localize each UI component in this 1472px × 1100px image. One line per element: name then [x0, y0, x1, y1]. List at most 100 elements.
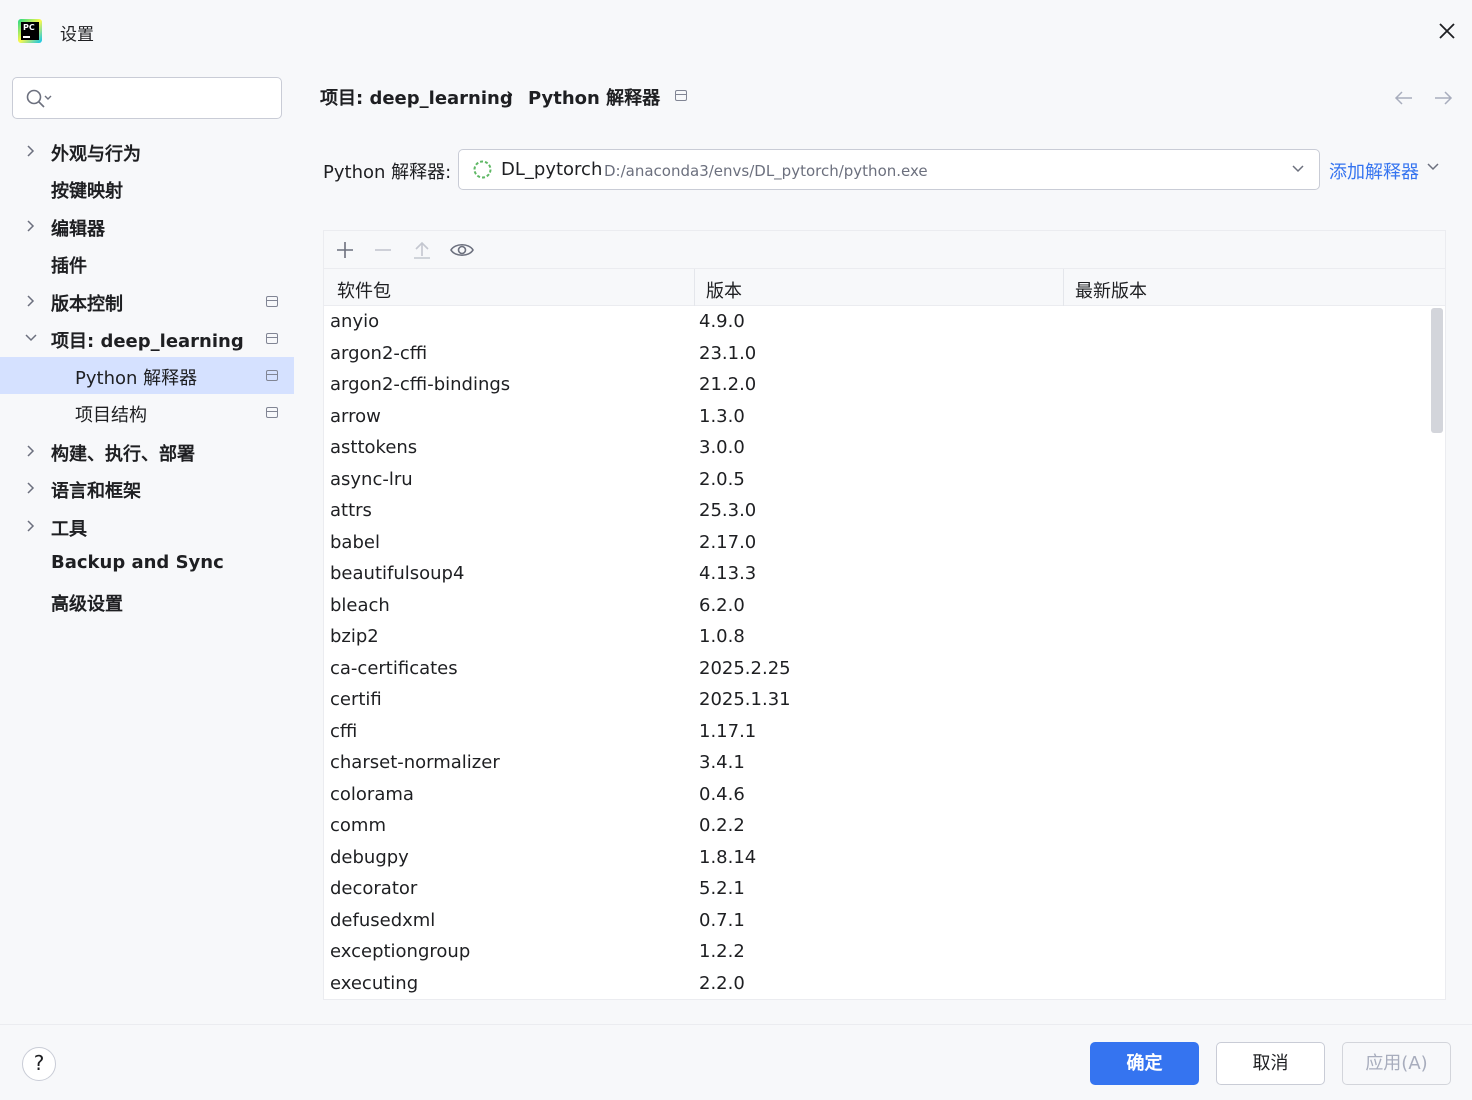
chevron-right-icon[interactable] — [24, 219, 38, 233]
sidebar-item-label: 项目: deep_learning — [51, 331, 244, 352]
sidebar-item[interactable]: 语言和框架 — [0, 470, 294, 507]
chevron-right-icon[interactable] — [24, 444, 38, 458]
sidebar-item[interactable]: 项目: deep_learning — [0, 320, 294, 357]
chevron-down-icon[interactable] — [1426, 162, 1440, 172]
sidebar-item-label: 构建、执行、部署 — [51, 444, 195, 465]
sidebar-item-label: 工具 — [51, 519, 87, 540]
title-bar: PC 设置 — [0, 0, 1472, 60]
package-version-cell: 0.7.1 — [699, 909, 745, 931]
table-row[interactable]: argon2-cffi-bindings 21.2.0 — [324, 369, 1429, 401]
sidebar-item[interactable]: 按键映射 — [0, 170, 294, 207]
column-header-latest-version[interactable]: 最新版本 — [1075, 277, 1147, 303]
table-row[interactable]: cffi 1.17.1 — [324, 716, 1429, 748]
vertical-scrollbar[interactable] — [1430, 306, 1444, 999]
close-button[interactable] — [1432, 16, 1462, 46]
search-icon — [26, 89, 52, 108]
chevron-right-icon[interactable] — [24, 144, 38, 158]
table-row[interactable]: beautifulsoup4 4.13.3 — [324, 558, 1429, 590]
sidebar-item-label: 高级设置 — [51, 594, 123, 615]
table-row[interactable]: certifi 2025.1.31 — [324, 684, 1429, 716]
table-row[interactable]: exceptiongroup 1.2.2 — [324, 936, 1429, 968]
sidebar-item[interactable]: 插件 — [0, 245, 294, 282]
package-version-cell: 23.1.0 — [699, 342, 757, 364]
package-version-cell: 1.0.8 — [699, 626, 745, 647]
scrollbar-thumb[interactable] — [1431, 308, 1443, 433]
package-version-cell: 4.9.0 — [699, 311, 745, 332]
table-row[interactable]: debugpy 1.8.14 — [324, 842, 1429, 874]
interpreter-name: DL_pytorch — [501, 159, 603, 180]
package-version-cell: 25.3.0 — [699, 500, 757, 521]
package-version-cell: 2025.1.31 — [699, 689, 791, 710]
package-name-cell: arrow — [330, 405, 381, 427]
add-interpreter-link[interactable]: 添加解释器 — [1329, 158, 1419, 184]
table-row[interactable]: executing 2.2.0 — [324, 968, 1429, 1000]
table-row[interactable]: decorator 5.2.1 — [324, 873, 1429, 905]
interpreter-label: Python 解释器: — [323, 162, 452, 183]
package-version-cell: 5.2.1 — [699, 878, 745, 899]
package-name-cell: executing — [330, 972, 419, 994]
project-scope-icon — [266, 333, 278, 344]
package-name-cell: beautifulsoup4 — [330, 563, 465, 584]
package-version-cell: 1.2.2 — [699, 941, 745, 962]
project-scope-icon — [266, 296, 278, 307]
forward-button[interactable] — [1432, 88, 1454, 108]
loading-spinner-icon — [473, 160, 492, 179]
table-row[interactable]: ca-certificates 2025.2.25 — [324, 653, 1429, 685]
package-name-cell: ca-certificates — [330, 657, 458, 679]
package-version-cell: 2.17.0 — [699, 531, 757, 553]
chevron-down-icon[interactable] — [24, 331, 38, 345]
package-version-cell: 2.2.0 — [699, 972, 745, 994]
sidebar-item[interactable]: Backup and Sync — [0, 545, 294, 582]
sidebar-item[interactable]: 构建、执行、部署 — [0, 433, 294, 470]
sidebar-item-label: Python 解释器 — [75, 368, 198, 389]
table-row[interactable]: async-lru 2.0.5 — [324, 464, 1429, 496]
table-row[interactable]: colorama 0.4.6 — [324, 779, 1429, 811]
help-button[interactable]: ? — [22, 1047, 56, 1081]
settings-search-input[interactable] — [12, 77, 282, 119]
sidebar-item[interactable]: 编辑器 — [0, 208, 294, 245]
pycharm-logo-icon: PC — [18, 19, 42, 43]
table-row[interactable]: bzip2 1.0.8 — [324, 621, 1429, 653]
apply-button[interactable]: 应用(A) — [1342, 1042, 1451, 1085]
remove-icon[interactable] — [372, 239, 394, 261]
table-row[interactable]: defusedxml 0.7.1 — [324, 905, 1429, 937]
chevron-right-icon[interactable] — [24, 519, 38, 533]
sidebar-item[interactable]: 工具 — [0, 508, 294, 545]
table-row[interactable]: babel 2.17.0 — [324, 527, 1429, 559]
ok-button[interactable]: 确定 — [1090, 1042, 1199, 1085]
packages-panel: 软件包 版本 最新版本 anyio 4.9.0 argon2-cffi 23.1.0 a… — [323, 230, 1446, 1000]
back-button[interactable] — [1393, 88, 1415, 108]
sidebar-item[interactable]: 版本控制 — [0, 283, 294, 320]
sidebar-item[interactable]: Python 解释器 — [0, 357, 294, 394]
table-row[interactable]: asttokens 3.0.0 — [324, 432, 1429, 464]
sidebar-item-label: 外观与行为 — [51, 144, 141, 165]
sidebar-item[interactable]: 高级设置 — [0, 583, 294, 620]
column-header-version[interactable]: 版本 — [706, 277, 742, 303]
table-row[interactable]: attrs 25.3.0 — [324, 495, 1429, 527]
upgrade-icon[interactable] — [411, 239, 433, 261]
column-divider[interactable] — [694, 269, 695, 306]
add-icon[interactable] — [334, 239, 356, 261]
table-row[interactable]: charset-normalizer 3.4.1 — [324, 747, 1429, 779]
chevron-right-icon[interactable] — [24, 481, 38, 495]
chevron-right-icon[interactable] — [24, 294, 38, 308]
breadcrumb-project[interactable]: 项目: deep_learning — [320, 84, 513, 110]
table-row[interactable]: comm 0.2.2 — [324, 810, 1429, 842]
package-name-cell: defusedxml — [330, 909, 436, 931]
column-header-package[interactable]: 软件包 — [337, 277, 391, 303]
packages-table-header: 软件包 版本 最新版本 — [324, 269, 1445, 306]
cancel-button[interactable]: 取消 — [1216, 1042, 1325, 1085]
interpreter-select[interactable]: DL_pytorch D:/anaconda3/envs/DL_pytorch/… — [458, 149, 1320, 190]
column-divider[interactable] — [1063, 269, 1064, 306]
table-row[interactable]: argon2-cffi 23.1.0 — [324, 338, 1429, 370]
project-scope-icon — [266, 370, 278, 381]
close-icon — [1439, 23, 1455, 39]
package-name-cell: decorator — [330, 878, 418, 899]
show-early-releases-icon[interactable] — [449, 239, 475, 261]
sidebar-item[interactable]: 外观与行为 — [0, 133, 294, 170]
table-row[interactable]: arrow 1.3.0 — [324, 401, 1429, 433]
package-version-cell: 2.0.5 — [699, 468, 745, 490]
table-row[interactable]: anyio 4.9.0 — [324, 306, 1429, 338]
table-row[interactable]: bleach 6.2.0 — [324, 590, 1429, 622]
sidebar-item[interactable]: 项目结构 — [0, 394, 294, 431]
